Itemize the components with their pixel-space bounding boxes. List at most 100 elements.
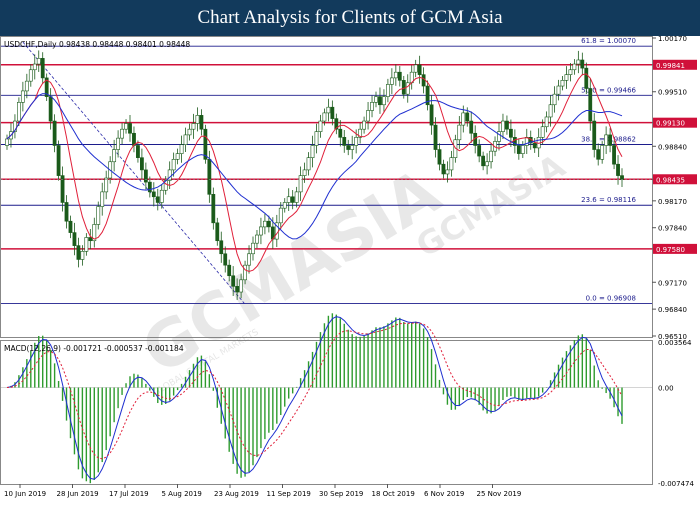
candle-body [120, 128, 124, 139]
candle-body [310, 145, 315, 158]
candle-body [247, 253, 251, 266]
candle-body [72, 232, 77, 246]
candle-body [362, 120, 366, 130]
candle-body [56, 145, 61, 176]
candle-body [64, 202, 69, 222]
candle-body [32, 63, 37, 71]
chart-frame: GCMASIA GCMASIA GLOBAL CAPITAL MARKETS 1… [0, 35, 700, 500]
candle-body [370, 102, 374, 111]
candle-body [159, 189, 164, 203]
candle-body [338, 128, 343, 138]
candle-body [401, 80, 406, 95]
candle-body [207, 159, 212, 195]
candle-body [318, 120, 323, 132]
price-chart[interactable]: GCMASIA GCMASIA GLOBAL CAPITAL MARKETS 1… [0, 35, 700, 500]
candle-body [239, 279, 243, 293]
candle-body [124, 123, 128, 130]
candle-body [28, 69, 33, 82]
price-y-tick-label: 1.00170 [658, 36, 687, 43]
candle-body [584, 67, 589, 89]
candle-body [298, 175, 303, 193]
candle-body [128, 123, 132, 134]
price-y-tick-label: 0.98170 [658, 198, 687, 206]
candle-body [255, 234, 259, 244]
macd-y-tick-label: 0.00 [658, 385, 674, 393]
candle-body [314, 131, 319, 146]
candle-body [501, 120, 505, 132]
candle-body [374, 96, 378, 103]
candle-body [24, 80, 29, 92]
candle-body [199, 115, 204, 130]
candle-body [540, 126, 545, 138]
fib-level-label: 0.0 = 0.96908 [586, 295, 636, 303]
candle-body [227, 264, 232, 277]
candle-body [552, 93, 557, 106]
candle-body [378, 96, 382, 106]
candle-body [223, 253, 228, 266]
candle-body [140, 157, 144, 171]
candle-body [342, 137, 347, 146]
candle-body [235, 286, 240, 293]
candle-body [68, 220, 73, 233]
candle-body [596, 149, 601, 160]
x-tick-label: 23 Aug 2019 [214, 490, 259, 498]
price-y-tick-label: 0.99510 [658, 89, 687, 97]
candle-body [251, 242, 255, 255]
candle-body [330, 106, 335, 119]
candle-body [195, 115, 200, 124]
candle-body [457, 124, 462, 141]
candle-body [191, 123, 196, 130]
candle-body [560, 80, 565, 87]
candle-body [136, 145, 140, 158]
candle-body [278, 207, 283, 224]
sr-level-tag-label: 0.99130 [656, 120, 685, 128]
candle-body [433, 124, 438, 150]
candle-body [76, 245, 81, 260]
candle-body [481, 155, 486, 167]
candle-body [548, 104, 553, 118]
candle-body [155, 196, 160, 203]
candle-body [556, 85, 561, 95]
candle-body [449, 157, 454, 171]
candle-body [219, 240, 224, 255]
candle-body [48, 96, 53, 122]
price-y-tick-label: 0.97170 [658, 279, 687, 287]
candle-body [612, 145, 616, 165]
candle-body [620, 175, 624, 180]
candle-body [302, 169, 307, 176]
x-tick-label: 28 Jun 2019 [57, 490, 99, 498]
candle-body [171, 159, 176, 171]
candle-body [588, 88, 593, 122]
sr-level-tag-label: 0.99841 [656, 62, 685, 70]
candle-body [485, 161, 489, 167]
candle-body [516, 145, 521, 154]
candle-body [429, 104, 434, 126]
candle-body [294, 191, 299, 203]
candle-body [580, 59, 585, 69]
candle-body [421, 74, 426, 87]
candle-body [17, 102, 21, 122]
candle-body [259, 226, 263, 236]
candle-body [266, 220, 271, 228]
candle-body [350, 145, 355, 150]
candle-body [604, 134, 609, 146]
candle-body [175, 153, 180, 160]
candle-body [592, 120, 597, 150]
candle-body [564, 74, 569, 81]
candle-body [532, 142, 537, 149]
candle-body [20, 90, 25, 103]
candle-body [40, 58, 45, 79]
price-y-tick-label: 0.97840 [658, 225, 687, 233]
candle-body [243, 264, 247, 281]
candle-body [616, 163, 620, 176]
candle-body [509, 128, 513, 138]
candle-body [445, 169, 450, 175]
macd-y-tick-label: -0.007474 [658, 480, 694, 488]
candle-body [437, 149, 442, 165]
candle-body [96, 206, 101, 225]
candle-body [477, 145, 482, 157]
candle-body [326, 106, 331, 114]
x-tick-label: 17 Jul 2019 [109, 490, 149, 498]
candle-body [306, 157, 311, 171]
sr-level-tag-label: 0.98435 [656, 176, 685, 184]
